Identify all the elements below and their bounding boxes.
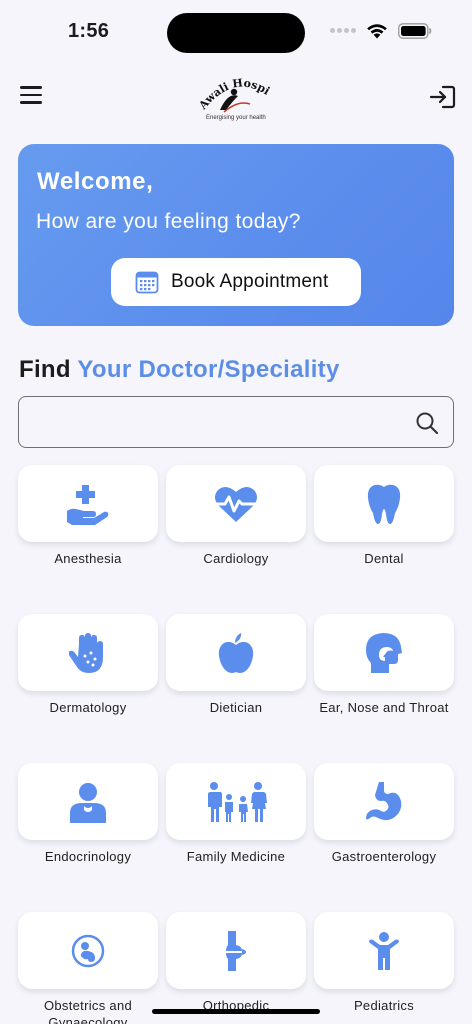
speciality-label: Anesthesia [54,551,122,566]
speciality-label: Family Medicine [186,849,286,864]
speciality-tile[interactable] [18,763,158,840]
find-heading: Find Your Doctor/Speciality [19,356,340,384]
book-appointment-button[interactable]: Book Appointment [111,258,361,306]
status-time: 1:56 [68,20,110,42]
speciality-tile[interactable] [166,763,306,840]
apple-icon [218,632,254,673]
speciality-label: Endocrinology [44,849,132,864]
speciality-tile[interactable] [314,465,454,542]
status-icons [330,22,432,39]
book-appointment-label: Book Appointment [171,271,329,292]
wifi-icon [367,24,387,39]
welcome-card: Welcome, How are you feeling today? Book… [18,144,454,326]
speciality-tile[interactable] [166,614,306,691]
speciality-dental[interactable]: Dental [314,465,454,567]
speciality-tile[interactable] [18,912,158,989]
logo-tagline: Energising your health [206,115,266,121]
calendar-icon [135,271,159,294]
home-indicator [152,1009,320,1014]
speciality-tile[interactable] [314,912,454,989]
speciality-label: Pediatrics [353,998,415,1013]
speciality-tile[interactable] [166,912,306,989]
speciality-endocrinology[interactable]: Endocrinology [18,763,158,865]
baby-icon [71,934,105,967]
speciality-orthopedic[interactable]: Orthopedic [166,912,306,1014]
speciality-label: Obstetrics and Gynaecology [43,998,132,1024]
speciality-label: Ear, Nose and Throat [319,700,449,715]
login-icon[interactable] [428,84,456,110]
battery-icon [398,22,432,39]
speciality-dietician[interactable]: Dietician [166,614,306,716]
speciality-label: Cardiology [203,551,269,566]
bone-icon [226,930,246,971]
speciality-family-medicine[interactable]: Family Medicine [166,763,306,865]
speciality-label: Dental [364,551,404,566]
stomach-icon [366,781,402,820]
speciality-tile[interactable] [18,465,158,542]
welcome-subtitle: How are you feeling today? [36,210,301,233]
person-thyroid-icon [70,782,106,823]
child-icon [369,931,399,970]
speciality-ent[interactable]: Ear, Nose and Throat [314,614,454,716]
status-bar: 1:56 [0,0,472,64]
speciality-label: Gastroenterology [331,849,437,864]
hand-dots-icon [69,632,103,673]
welcome-title: Welcome, [37,168,154,195]
speciality-gastroenterology[interactable]: Gastroenterology [314,763,454,865]
dynamic-island [167,13,305,53]
speciality-obstetrics[interactable]: Obstetrics and Gynaecology [18,912,158,1024]
hospital-logo: Awali Hospital Energising your health [194,60,272,122]
speciality-cardiology[interactable]: Cardiology [166,465,306,567]
speciality-tile[interactable] [166,465,306,542]
head-side-icon [366,632,402,673]
find-accent: Your Doctor/Speciality [77,356,340,383]
family-icon [208,781,267,822]
heart-pulse-icon [215,486,257,522]
menu-button[interactable] [20,86,42,104]
speciality-dermatology[interactable]: Dermatology [18,614,158,716]
speciality-tile[interactable] [314,763,454,840]
speciality-label: Dietician [209,700,263,715]
speciality-pediatrics[interactable]: Pediatrics [314,912,454,1014]
search-box [18,396,454,448]
speciality-label: Dermatology [49,700,127,715]
top-nav: Awali Hospital Energising your health [0,60,472,128]
signal-icon [330,28,356,33]
search-icon[interactable] [415,411,439,435]
speciality-tile[interactable] [18,614,158,691]
find-prefix: Find [19,356,71,383]
hand-medical-icon [67,484,109,525]
speciality-tile[interactable] [314,614,454,691]
speciality-anesthesia[interactable]: Anesthesia [18,465,158,567]
search-input[interactable] [29,405,409,439]
tooth-icon [367,484,401,524]
